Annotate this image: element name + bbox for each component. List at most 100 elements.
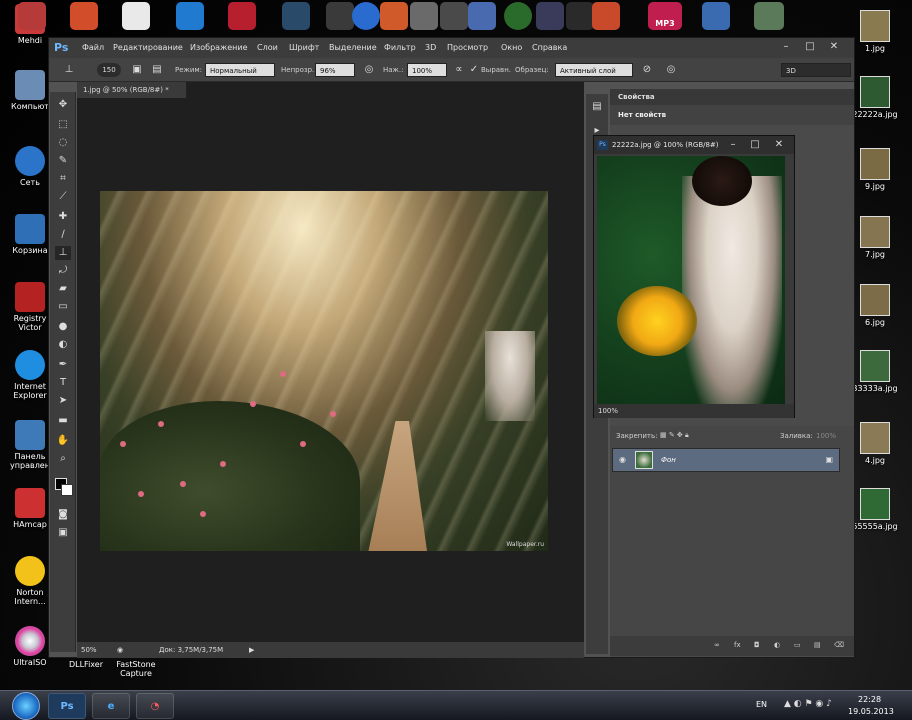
menu-view[interactable]: Просмотр	[447, 43, 488, 52]
player-icon[interactable]	[352, 2, 380, 30]
floating-document-window[interactable]: Ps 22222a.jpg @ 100% (RGB/8#) – □ ✕ 100%	[593, 135, 795, 418]
clock-date[interactable]: 19.05.2013	[848, 707, 894, 716]
document-tab[interactable]: 1.jpg @ 50% (RGB/8#) *	[77, 82, 187, 98]
teamviewer-icon[interactable]	[176, 2, 204, 30]
desktop-icon-faststone[interactable]: FastStone Capture	[112, 660, 160, 678]
menu-help[interactable]: Справка	[532, 43, 567, 52]
person-icon[interactable]	[18, 2, 46, 30]
edit-icon[interactable]	[468, 2, 496, 30]
brush-panel-icon[interactable]: ▣	[129, 63, 145, 77]
calculator-icon[interactable]	[410, 2, 438, 30]
desktop-icon-norton[interactable]: Norton Intern...	[6, 556, 54, 606]
floating-window-title-bar[interactable]: Ps 22222a.jpg @ 100% (RGB/8#) – □ ✕	[594, 136, 794, 154]
zoom-level[interactable]: 50%	[81, 642, 97, 658]
desktop-icon-hamcap[interactable]: HAmcap	[6, 488, 54, 529]
ignore-adjustment-icon[interactable]: ⊘	[639, 63, 655, 77]
files-icon[interactable]	[702, 2, 730, 30]
taskbar-photoshop[interactable]: Ps	[48, 693, 86, 719]
hand-tool-icon[interactable]: ✋	[55, 434, 71, 448]
link-layers-icon[interactable]: ∞	[714, 641, 720, 649]
menu-layers[interactable]: Слои	[257, 43, 278, 52]
type-tool-icon[interactable]: T	[55, 376, 71, 390]
menu-select[interactable]: Выделение	[329, 43, 377, 52]
healing-tool-icon[interactable]: ✚	[55, 210, 71, 224]
menu-image[interactable]: Изображение	[190, 43, 248, 52]
desktop-icon-recycle-bin[interactable]: Корзина	[6, 214, 54, 255]
desktop-file[interactable]: 7.jpg	[852, 216, 898, 259]
float-close-button[interactable]: ✕	[770, 138, 788, 152]
clone-source-icon[interactable]: ▤	[149, 63, 165, 77]
bride-image[interactable]	[597, 156, 785, 404]
start-button[interactable]	[12, 692, 40, 720]
menu-3d[interactable]: 3D	[425, 43, 436, 52]
float-minimize-button[interactable]: –	[724, 138, 742, 152]
desktop-icon-ie[interactable]: Internet Explorer	[6, 350, 54, 400]
move-tool-icon[interactable]: ✥	[55, 98, 71, 112]
minimize-button[interactable]: –	[777, 40, 795, 54]
menu-filter[interactable]: Фильтр	[384, 43, 416, 52]
pressure-size-icon[interactable]: ◎	[663, 63, 679, 77]
desktop-file[interactable]: 6.jpg	[852, 284, 898, 327]
eyedropper-tool-icon[interactable]: ⟋	[55, 190, 71, 204]
properties-tab[interactable]: Свойства	[610, 89, 854, 105]
audio-icon[interactable]	[536, 2, 564, 30]
gamepad-icon[interactable]	[326, 2, 354, 30]
flow-field[interactable]: 100%	[407, 63, 447, 77]
new-layer-icon[interactable]: ▤	[814, 641, 821, 649]
opacity-field[interactable]: 96%	[315, 63, 355, 77]
lock-icons[interactable]: ▦ ✎ ✥ 🔒︎	[660, 431, 689, 440]
menu-file[interactable]: Файл	[82, 43, 104, 52]
quick-select-tool-icon[interactable]: ✎	[55, 154, 71, 168]
film-icon[interactable]	[566, 2, 594, 30]
pen-tool-icon[interactable]: ✒	[55, 358, 71, 372]
dodge-tool-icon[interactable]: ◐	[55, 338, 71, 352]
globe-icon[interactable]	[504, 2, 532, 30]
desktop-icon-ultraiso[interactable]: UltraISO	[6, 626, 54, 667]
menu-window[interactable]: Окно	[501, 43, 522, 52]
background-color-swatch[interactable]	[61, 484, 73, 496]
brush-tool-icon[interactable]: ∕	[55, 228, 71, 242]
history-panel-icon[interactable]: ▤	[589, 100, 605, 114]
eraser-tool-icon[interactable]: ▰	[55, 282, 71, 296]
screen-mode-icon[interactable]: ▣	[55, 526, 71, 540]
aligned-checkbox[interactable]: ✓	[469, 63, 479, 77]
clone-stamp-icon[interactable]: ⊥	[61, 63, 77, 77]
workspace-select[interactable]: 3D	[781, 63, 851, 77]
history-brush-tool-icon[interactable]: ⤾	[55, 264, 71, 278]
group-icon[interactable]: ▭	[794, 641, 801, 649]
camera-icon[interactable]	[440, 2, 468, 30]
menu-edit[interactable]: Редактирование	[113, 43, 183, 52]
document-icon[interactable]	[122, 2, 150, 30]
close-button[interactable]: ✕	[825, 40, 843, 54]
music-icon[interactable]	[70, 2, 98, 30]
desktop-file[interactable]: 55555a.jpg	[852, 488, 898, 531]
mask-icon[interactable]: ◘	[754, 641, 760, 649]
lasso-tool-icon[interactable]: ◌	[55, 136, 71, 150]
network-icon[interactable]	[592, 2, 620, 30]
desktop-file[interactable]: 33333a.jpg	[852, 350, 898, 393]
blur-tool-icon[interactable]: ●	[55, 320, 71, 334]
airbrush-icon[interactable]: ∝	[451, 63, 467, 77]
fx-icon[interactable]: fx	[734, 641, 741, 649]
media-icon[interactable]	[380, 2, 408, 30]
taskbar-faststone[interactable]: ◔	[136, 693, 174, 719]
clone-stamp-tool-icon[interactable]: ⊥	[55, 246, 71, 260]
notebook-icon[interactable]	[228, 2, 256, 30]
layer-row-background[interactable]: ◉ Фон ▣	[612, 448, 840, 472]
desktop-icon-registry[interactable]: Registry Victor	[6, 282, 54, 332]
device-icon[interactable]	[282, 2, 310, 30]
desktop-file[interactable]: 1.jpg	[852, 10, 898, 53]
fill-field[interactable]: 100%	[816, 432, 836, 440]
clock-time[interactable]: 22:28	[858, 695, 881, 704]
desktop-file[interactable]: 4.jpg	[852, 422, 898, 465]
adjustment-icon[interactable]: ◐	[774, 641, 780, 649]
desktop-icon-dllfixer[interactable]: DLLFixer	[62, 660, 110, 669]
crop-tool-icon[interactable]: ⌗	[55, 172, 71, 186]
path-select-tool-icon[interactable]: ➤	[55, 394, 71, 408]
desktop-icon-computer[interactable]: Компьют	[6, 70, 54, 111]
desktop-file[interactable]: 9.jpg	[852, 148, 898, 191]
float-maximize-button[interactable]: □	[746, 138, 764, 152]
gradient-tool-icon[interactable]: ▭	[55, 300, 71, 314]
eye-icon[interactable]: ◉	[619, 455, 626, 464]
zoom-tool-icon[interactable]: ⌕	[55, 452, 71, 466]
